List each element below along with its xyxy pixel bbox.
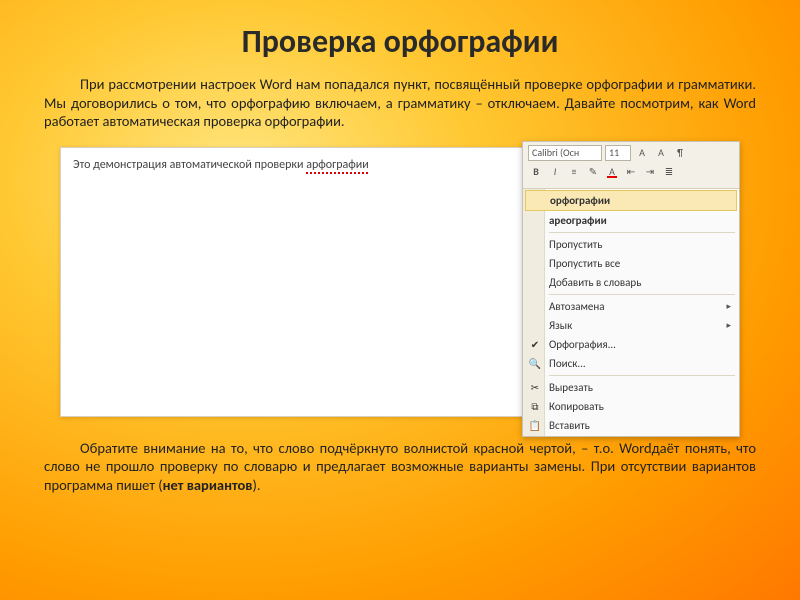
menu-paste[interactable]: 📋Вставить bbox=[523, 416, 739, 435]
menu-suggestion-2[interactable]: ареографии bbox=[523, 211, 739, 230]
italic-icon[interactable]: I bbox=[547, 164, 563, 180]
menu-spelling[interactable]: ✔Орфография... bbox=[523, 335, 739, 354]
indent-decrease-icon[interactable]: ⇤ bbox=[623, 164, 639, 180]
grow-font-icon[interactable]: A bbox=[634, 145, 650, 161]
menu-find[interactable]: 🔍Поиск... bbox=[523, 354, 739, 373]
submenu-arrow-icon: ▸ bbox=[726, 301, 731, 312]
menu-separator bbox=[549, 375, 735, 376]
menu-skip-all[interactable]: Пропустить все bbox=[523, 254, 739, 273]
align-center-icon[interactable]: ≡ bbox=[566, 164, 582, 180]
spelling-icon: ✔ bbox=[528, 337, 542, 351]
document-page: Это демонстрация автоматической проверки… bbox=[60, 147, 530, 417]
word-screenshot: Это демонстрация автоматической проверки… bbox=[60, 141, 740, 431]
menu-skip[interactable]: Пропустить bbox=[523, 235, 739, 254]
menu-language[interactable]: Язык▸ bbox=[523, 316, 739, 335]
find-icon: 🔍 bbox=[528, 356, 542, 370]
context-menu: орфографии ареографии Пропустить Пропуст… bbox=[523, 189, 739, 436]
slide-title: Проверка орфографии bbox=[0, 0, 800, 75]
menu-separator bbox=[549, 294, 735, 295]
menu-separator bbox=[549, 232, 735, 233]
menu-copy[interactable]: ⧉Копировать bbox=[523, 397, 739, 416]
doc-text-prefix: Это демонстрация автоматической проверки bbox=[73, 158, 306, 172]
shrink-font-icon[interactable]: A bbox=[653, 145, 669, 161]
doc-text-misspelled: арфографии bbox=[306, 158, 369, 172]
menu-autocorrect[interactable]: Автозамена▸ bbox=[523, 297, 739, 316]
paragraph-outro: Обратите внимание на то, что слово подчё… bbox=[0, 439, 800, 495]
bold-icon[interactable]: B bbox=[528, 164, 544, 180]
font-size-select[interactable]: 11 bbox=[605, 145, 631, 161]
floating-toolbar-and-menu: Calibri (Осн 11 A A ¶ B I ≡ ✎ A ⇤ ⇥ ≣ ор… bbox=[522, 141, 740, 437]
menu-cut[interactable]: ✂Вырезать bbox=[523, 378, 739, 397]
font-color-icon[interactable]: A bbox=[604, 164, 620, 180]
bullets-icon[interactable]: ≣ bbox=[661, 164, 677, 180]
copy-icon: ⧉ bbox=[528, 399, 542, 413]
font-name-select[interactable]: Calibri (Осн bbox=[528, 145, 602, 161]
mini-toolbar: Calibri (Осн 11 A A ¶ B I ≡ ✎ A ⇤ ⇥ ≣ bbox=[523, 142, 739, 189]
indent-increase-icon[interactable]: ⇥ bbox=[642, 164, 658, 180]
styles-icon[interactable]: ¶ bbox=[672, 145, 688, 161]
no-variants-bold: нет вариантов bbox=[163, 476, 253, 494]
highlight-icon[interactable]: ✎ bbox=[585, 164, 601, 180]
menu-add-dictionary[interactable]: Добавить в словарь bbox=[523, 273, 739, 292]
submenu-arrow-icon: ▸ bbox=[726, 320, 731, 331]
cut-icon: ✂ bbox=[528, 380, 542, 394]
paste-icon: 📋 bbox=[528, 418, 542, 432]
paragraph-intro: При рассмотрении настроек Word нам попад… bbox=[0, 75, 800, 131]
menu-suggestion-1[interactable]: орфографии bbox=[525, 190, 737, 211]
